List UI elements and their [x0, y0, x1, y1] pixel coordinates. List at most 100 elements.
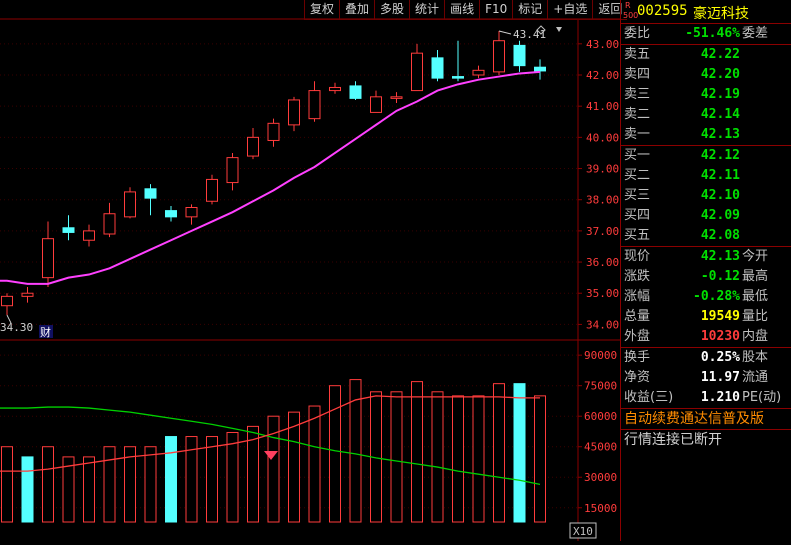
price-tick-label: 37.00: [586, 225, 619, 238]
bid-row[interactable]: 买五 42.08: [621, 226, 791, 246]
stat-value: 10230: [700, 329, 740, 344]
finance-event-label: 财: [40, 325, 51, 339]
volume-tick-label: 30000: [584, 471, 617, 484]
statistics-button[interactable]: 统计: [409, 0, 444, 19]
stat-label: 总量: [624, 309, 651, 324]
volume-tick-label: 90000: [584, 349, 617, 362]
volume-tick-label: 75000: [584, 380, 617, 393]
candle-body: [288, 99, 300, 126]
bid-row[interactable]: 买四 42.09: [621, 206, 791, 226]
stat-row-outer: 外盘 10230 内盘: [621, 327, 791, 347]
volume-bar: [1, 446, 13, 523]
low-price-label: 34.30: [0, 321, 33, 334]
stat-label2: 流通: [742, 370, 769, 385]
volume-tick-label: 60000: [584, 410, 617, 423]
candle-body: [513, 44, 526, 67]
high-pointer: [498, 30, 512, 35]
stat-row-eps: 收益(三) 1.210 PE(动): [621, 388, 791, 408]
price-tick-label: 42.00: [586, 69, 619, 82]
stat-row-price: 现价 42.13 今开: [621, 247, 791, 267]
price-tick-label: 35.00: [586, 287, 619, 300]
ask-row[interactable]: 卖一 42.13: [621, 125, 791, 145]
bid-label: 买五: [624, 228, 651, 243]
stat-label: 换手: [624, 350, 651, 365]
candle-body: [21, 292, 34, 297]
bids-section: 买一 42.12 买二 42.11 买三 42.10 买四 42.09 买五 42.08: [621, 145, 791, 246]
volume-bar: [493, 383, 505, 523]
stats-section: 现价 42.13 今开 涨跌 -0.12 最高 涨幅 -0.28% 最低 总量 19549 量比…: [621, 246, 791, 347]
price-tick-label: 43.00: [586, 38, 619, 51]
chart-toolbar: 复权 叠加 多股 统计 画线 F10 标记 +自选 返回: [304, 0, 628, 20]
bid-row[interactable]: 买二 42.11: [621, 166, 791, 186]
f10-button[interactable]: F10: [479, 0, 512, 19]
candle-body: [62, 227, 75, 233]
index-badge: 500: [623, 11, 639, 20]
stat-value: 11.97: [700, 370, 740, 385]
ask-row[interactable]: 卖二 42.14: [621, 105, 791, 125]
candle-body: [308, 90, 321, 120]
candle-body: [185, 207, 198, 218]
volume-bar: [144, 446, 157, 523]
ask-label: 卖一: [624, 127, 651, 142]
stat-value: -0.28%: [693, 289, 740, 304]
volume-tick-label: 45000: [584, 441, 617, 454]
connection-status: 行情连接已断开: [624, 432, 722, 448]
overlay-button[interactable]: 叠加: [339, 0, 374, 19]
stat-label2: 最高: [742, 269, 769, 284]
volume-tick-label: 15000: [584, 502, 617, 515]
kline-chart-area[interactable]: 43.00 42.00 41.00 40.00 39.00 38.00 37.00 36.00…: [0, 0, 620, 541]
bid-row[interactable]: 买一 42.12: [621, 146, 791, 166]
ask-label: 卖五: [624, 47, 651, 62]
stat-row-pct: 涨幅 -0.28% 最低: [621, 287, 791, 307]
candle-body: [247, 136, 259, 157]
stat-label2: 股本: [742, 350, 769, 365]
restore-rights-button[interactable]: 复权: [304, 0, 339, 19]
stock-header[interactable]: R 500 002595 豪迈科技: [621, 0, 791, 24]
price-tick-label: 40.00: [586, 131, 619, 144]
ask-price: 42.20: [700, 67, 740, 82]
bid-label: 买三: [624, 188, 651, 203]
candle-body: [472, 69, 485, 76]
ma-line: [0, 70, 541, 285]
stat-row-turnover: 换手 0.25% 股本: [621, 348, 791, 368]
candle-body: [390, 96, 403, 99]
mark-button[interactable]: 标记: [512, 0, 547, 19]
volume-bar: [21, 456, 34, 523]
add-watchlist-button[interactable]: +自选: [547, 0, 592, 19]
volume-bar: [472, 395, 485, 523]
volume-bar: [42, 446, 54, 523]
volume-bar: [206, 436, 218, 523]
candle-body: [206, 178, 218, 202]
stat-label: 现价: [624, 249, 651, 264]
bid-label: 买一: [624, 148, 651, 163]
stat-value: 0.25%: [700, 350, 740, 365]
ask-row[interactable]: 卖五 42.22: [621, 45, 791, 65]
candle-body: [411, 52, 423, 92]
candle-body: [165, 210, 177, 218]
bid-price: 42.10: [700, 188, 740, 203]
candle-body: [370, 96, 382, 113]
candle-body: [83, 230, 95, 241]
stat-label: 净资: [624, 370, 651, 385]
ask-price: 42.14: [700, 107, 740, 122]
candle-body: [493, 40, 505, 73]
ask-row[interactable]: 卖四 42.20: [621, 65, 791, 85]
bid-label: 买二: [624, 168, 651, 183]
price-tick-label: 39.00: [586, 163, 619, 176]
stat-row-change: 涨跌 -0.12 最高: [621, 267, 791, 287]
volume-bar: [288, 411, 300, 523]
candle-body: [452, 76, 464, 79]
multi-stock-button[interactable]: 多股: [374, 0, 409, 19]
ask-row[interactable]: 卖三 42.19: [621, 85, 791, 105]
bid-price: 42.12: [700, 148, 740, 163]
volume-bar: [452, 395, 464, 523]
draw-line-button[interactable]: 画线: [444, 0, 479, 19]
stat-value: -0.12: [700, 269, 740, 284]
stat-label: 涨跌: [624, 269, 651, 284]
candle-body: [103, 213, 116, 235]
margin-badge: R: [625, 1, 631, 10]
bid-row[interactable]: 买三 42.10: [621, 186, 791, 206]
price-volume-chart[interactable]: 43.00 42.00 41.00 40.00 39.00 38.00 37.00 36.00…: [0, 0, 620, 541]
upgrade-notice-link[interactable]: 自动续费通达信普及版: [621, 409, 791, 429]
triangle-down-icon: [556, 27, 562, 32]
